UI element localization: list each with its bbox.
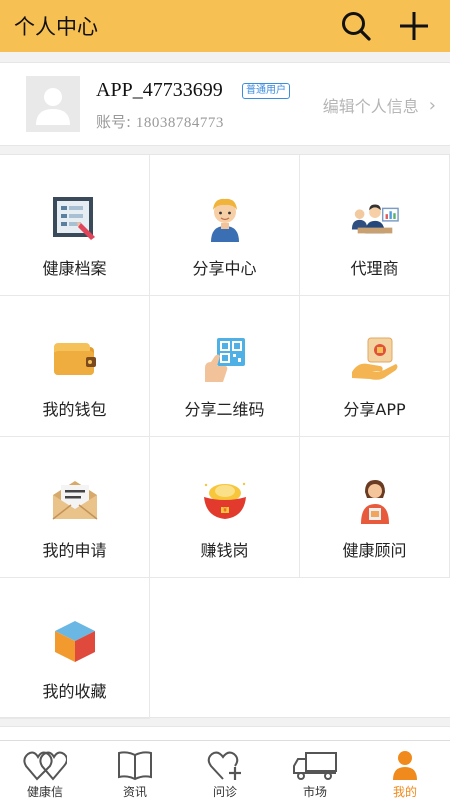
- menu-item-health-consultant[interactable]: 健康顾问: [300, 437, 450, 578]
- menu-item-label: 分享APP: [343, 400, 406, 419]
- menu-item-label: 分享二维码: [184, 400, 265, 419]
- agent-icon: [350, 193, 400, 243]
- heart-plus-icon: [207, 748, 243, 782]
- menu-item-favorites[interactable]: 我的收藏: [0, 578, 150, 719]
- tab-health-letter[interactable]: 健康信: [0, 741, 90, 800]
- plus-icon[interactable]: [392, 4, 436, 48]
- menu-item-label: 分享中心: [192, 259, 257, 278]
- menu-item-agent[interactable]: 代理商: [300, 155, 450, 296]
- menu-item-label: 我的收藏: [42, 682, 107, 701]
- section-divider: [0, 726, 450, 740]
- menu-item-label: 我的申请: [42, 541, 107, 560]
- menu-grid: 健康档案 分享中心 代理商 我的钱包 分享二维码 分享APP 我的申请 ¥ 赚钱…: [0, 154, 450, 719]
- menu-item-share-center[interactable]: 分享中心: [150, 155, 300, 296]
- tab-consultation[interactable]: 问诊: [180, 741, 270, 800]
- avatar[interactable]: [26, 76, 80, 132]
- menu-item-earn[interactable]: ¥ 赚钱岗: [150, 437, 300, 578]
- tab-label: 健康信: [26, 785, 63, 799]
- tab-label: 问诊: [212, 785, 237, 799]
- menu-item-wallet[interactable]: 我的钱包: [0, 296, 150, 437]
- menu-item-health-record[interactable]: 健康档案: [0, 155, 150, 296]
- menu-item-label: 代理商: [350, 259, 399, 278]
- user-type-badge: 普通用户: [242, 83, 290, 99]
- wallet-icon: [50, 334, 100, 384]
- health-record-icon: [50, 193, 100, 243]
- share-app-icon: [350, 334, 400, 384]
- profile-card[interactable]: APP_47733699 普通用户 账号: 18038784773 编辑个人信息…: [0, 62, 450, 146]
- edit-profile-link[interactable]: 编辑个人信息 ›: [323, 93, 436, 117]
- svg-text:¥: ¥: [223, 507, 227, 514]
- tab-label: 市场: [302, 785, 327, 799]
- tab-label: 我的: [392, 785, 417, 799]
- page-title: 个人中心: [14, 15, 98, 39]
- tab-me[interactable]: 我的: [360, 741, 450, 800]
- consultant-icon: [350, 475, 400, 525]
- menu-item-label: 我的钱包: [42, 400, 107, 419]
- search-icon[interactable]: [334, 4, 378, 48]
- top-bar: 个人中心: [0, 0, 450, 52]
- truck-icon: [292, 748, 338, 782]
- envelope-icon: [50, 475, 100, 525]
- gold-ingot-icon: ¥: [200, 475, 250, 525]
- menu-item-label: 健康顾问: [342, 541, 407, 560]
- hearts-icon: [23, 748, 67, 782]
- bottom-tab-bar: 健康信 资讯 问诊 市场 我的: [0, 740, 450, 800]
- edit-profile-label: 编辑个人信息: [322, 97, 419, 116]
- account-number: 18038784773: [135, 115, 224, 131]
- menu-item-label: 赚钱岗: [200, 541, 249, 560]
- tab-label: 资讯: [122, 785, 147, 799]
- username: APP_47733699: [96, 79, 223, 101]
- cube-icon: [50, 616, 100, 666]
- book-icon: [117, 748, 153, 782]
- share-center-icon: [200, 193, 250, 243]
- account-label: 账号:: [96, 113, 132, 131]
- menu-item-qr-code[interactable]: 分享二维码: [150, 296, 300, 437]
- qr-code-icon: [200, 334, 250, 384]
- tab-news[interactable]: 资讯: [90, 741, 180, 800]
- menu-item-share-app[interactable]: 分享APP: [300, 296, 450, 437]
- chevron-right-icon: ›: [428, 94, 436, 116]
- menu-item-application[interactable]: 我的申请: [0, 437, 150, 578]
- menu-item-label: 健康档案: [42, 259, 107, 278]
- person-icon: [391, 748, 419, 782]
- tab-market[interactable]: 市场: [270, 741, 360, 800]
- account-line: 账号: 18038784773: [96, 111, 224, 132]
